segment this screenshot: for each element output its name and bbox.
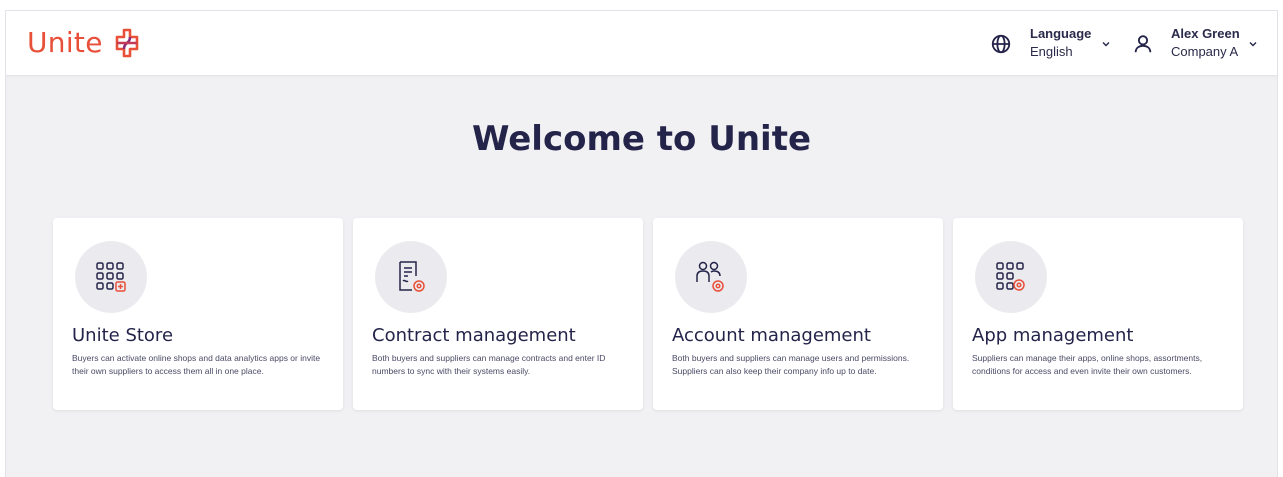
card-title: Contract management: [372, 325, 576, 346]
feature-cards: Unite Store Buyers can activate online s…: [53, 218, 1243, 410]
apps-add-icon: [96, 262, 126, 292]
user-icon: [1134, 35, 1152, 53]
card-account-management[interactable]: Account management Both buyers and suppl…: [653, 218, 943, 410]
logo-text: Unite: [27, 26, 103, 59]
card-description: Both buyers and suppliers can manage con…: [372, 353, 606, 376]
globe-icon: [991, 34, 1011, 54]
app-frame: Unite Language English Alex Green Compan…: [5, 10, 1278, 477]
chevron-down-icon: [1102, 42, 1110, 47]
card-description: Buyers can activate online shops and dat…: [72, 353, 321, 376]
card-app-management[interactable]: App management Suppliers can manage thei…: [953, 218, 1243, 410]
users-settings-icon: [696, 261, 724, 292]
page-title: Welcome to Unite: [471, 119, 812, 159]
card-title: App management: [972, 325, 1134, 346]
language-value: English: [1030, 44, 1073, 59]
card-title: Account management: [672, 325, 871, 346]
card-description: Suppliers can manage their apps, online …: [972, 353, 1203, 376]
card-unite-store[interactable]: Unite Store Buyers can activate online s…: [53, 218, 343, 410]
language-selector[interactable]: Language English: [1030, 25, 1111, 61]
card-contract-management[interactable]: Contract management Both buyers and supp…: [353, 218, 643, 410]
unite-logo[interactable]: Unite: [27, 26, 143, 59]
apps-settings-icon: [996, 262, 1025, 291]
card-description: Both buyers and suppliers can manage use…: [672, 353, 910, 376]
unite-logo-icon: [115, 28, 139, 57]
contract-settings-icon: [399, 261, 425, 292]
chevron-down-icon: [1249, 42, 1257, 47]
user-name: Alex Green: [1171, 26, 1240, 41]
top-header: Unite Language English Alex Green Compan…: [6, 11, 1277, 76]
user-menu[interactable]: Alex Green Company A: [1171, 25, 1258, 61]
language-label: Language: [1030, 26, 1092, 41]
user-company: Company A: [1171, 44, 1239, 59]
card-title: Unite Store: [72, 325, 174, 346]
